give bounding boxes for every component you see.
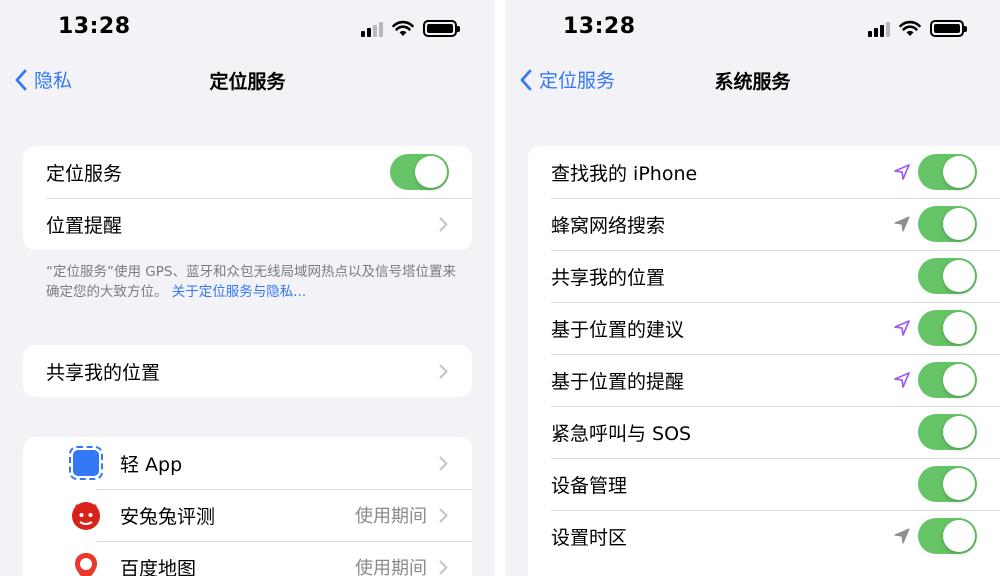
system-service-toggle[interactable] <box>918 310 977 346</box>
system-service-row: 共享我的位置 <box>528 250 1000 302</box>
nav-bar: 隐私 定位服务 <box>0 58 495 102</box>
system-service-row: 查找我的 iPhone <box>528 146 1000 198</box>
apps-group: 轻 App 安兔兔评测 使用期间 百度地图 使用期间 <box>23 437 472 576</box>
status-bar: 13:28 <box>0 0 495 60</box>
system-service-row: 紧急呼叫与 SOS <box>528 406 1000 458</box>
location-services-toggle[interactable] <box>390 154 449 190</box>
share-location-row[interactable]: 共享我的位置 <box>23 345 472 397</box>
system-service-label: 基于位置的提醒 <box>551 370 685 393</box>
back-label: 隐私 <box>34 70 73 92</box>
chevron-left-icon <box>15 69 27 90</box>
app-name: 轻 App <box>120 453 183 476</box>
back-button[interactable]: 隐私 <box>14 66 72 93</box>
share-location-group: 共享我的位置 <box>23 345 472 397</box>
system-service-row: 蜂窝网络搜索 <box>528 198 1000 250</box>
location-arrow-icon <box>892 370 912 390</box>
system-service-label: 蜂窝网络搜索 <box>551 214 666 237</box>
wifi-icon <box>392 20 414 36</box>
status-icons <box>868 20 967 37</box>
status-time: 13:28 <box>563 14 636 39</box>
battery-icon <box>423 20 460 37</box>
system-service-row: 设置时区 <box>528 510 1000 562</box>
system-service-row: 基于位置的建议 <box>528 302 1000 354</box>
system-service-label: 紧急呼叫与 SOS <box>551 422 692 445</box>
system-service-toggle[interactable] <box>918 258 977 294</box>
chevron-right-icon <box>439 217 448 231</box>
system-service-toggle[interactable] <box>918 518 977 554</box>
system-service-label: 设置时区 <box>551 526 628 549</box>
location-alerts-row[interactable]: 位置提醒 <box>23 198 472 250</box>
status-bar: 13:28 <box>505 0 1000 60</box>
system-service-label: 共享我的位置 <box>551 266 666 289</box>
system-service-toggle[interactable] <box>918 206 977 242</box>
app-name: 百度地图 <box>120 557 197 576</box>
location-arrow-icon <box>892 318 912 338</box>
location-settings-group: 定位服务 位置提醒 <box>23 146 472 250</box>
cellular-signal-icon <box>361 21 383 37</box>
back-button[interactable]: 定位服务 <box>519 66 615 93</box>
system-service-label: 设备管理 <box>551 474 628 497</box>
status-icons <box>361 20 460 37</box>
antutu-app-icon <box>69 498 103 532</box>
privacy-link[interactable]: 关于定位服务与隐私... <box>172 284 306 300</box>
location-services-footer: “定位服务”使用 GPS、蓝牙和众包无线局域网热点以及信号塔位置来确定您的大致方… <box>46 262 466 302</box>
location-arrow-icon <box>892 526 912 546</box>
chevron-left-icon <box>520 69 532 90</box>
system-services-screen: 13:28 定位服务 系统服务 查找我的 iPhone 蜂窝网络搜索 共享我的位置基… <box>505 0 1000 576</box>
system-service-row: 基于位置的提醒 <box>528 354 1000 406</box>
app-permission: 使用期间 <box>355 558 427 576</box>
system-service-toggle[interactable] <box>918 466 977 502</box>
system-service-label: 基于位置的建议 <box>551 318 685 341</box>
location-arrow-icon <box>892 214 912 234</box>
cellular-signal-icon <box>868 21 890 37</box>
wifi-icon <box>899 20 921 36</box>
blue-square-app-icon <box>69 446 103 480</box>
location-services-label: 定位服务 <box>46 162 123 185</box>
system-services-list: 查找我的 iPhone 蜂窝网络搜索 共享我的位置 基于位置的建议 基于位置的提醒 紧急呼… <box>528 146 1000 576</box>
back-label: 定位服务 <box>539 70 616 92</box>
share-location-label: 共享我的位置 <box>46 361 161 384</box>
app-name: 安兔兔评测 <box>120 505 216 528</box>
chevron-right-icon <box>439 364 448 378</box>
location-alerts-label: 位置提醒 <box>46 214 123 237</box>
system-service-label: 查找我的 iPhone <box>551 162 698 185</box>
chevron-right-icon <box>439 456 448 470</box>
system-service-toggle[interactable] <box>918 362 977 398</box>
app-row[interactable]: 轻 App <box>23 437 472 489</box>
app-permission: 使用期间 <box>355 506 427 527</box>
system-service-toggle[interactable] <box>918 414 977 450</box>
location-services-row: 定位服务 <box>23 146 472 198</box>
app-row[interactable]: 百度地图 使用期间 <box>23 541 472 576</box>
nav-bar: 定位服务 系统服务 <box>505 58 1000 102</box>
status-time: 13:28 <box>58 14 131 39</box>
baidu-maps-app-icon <box>69 550 103 576</box>
page-title: 定位服务 <box>209 71 286 93</box>
chevron-right-icon <box>439 508 448 522</box>
system-service-toggle[interactable] <box>918 154 977 190</box>
battery-icon <box>930 20 967 37</box>
app-row[interactable]: 安兔兔评测 使用期间 <box>23 489 472 541</box>
location-services-screen: 13:28 隐私 定位服务 定位服务 位置提醒 “定位服务”使用 GPS、蓝牙和… <box>0 0 495 576</box>
chevron-right-icon <box>439 560 448 574</box>
system-service-row: 设备管理 <box>528 458 1000 510</box>
location-arrow-icon <box>892 162 912 182</box>
